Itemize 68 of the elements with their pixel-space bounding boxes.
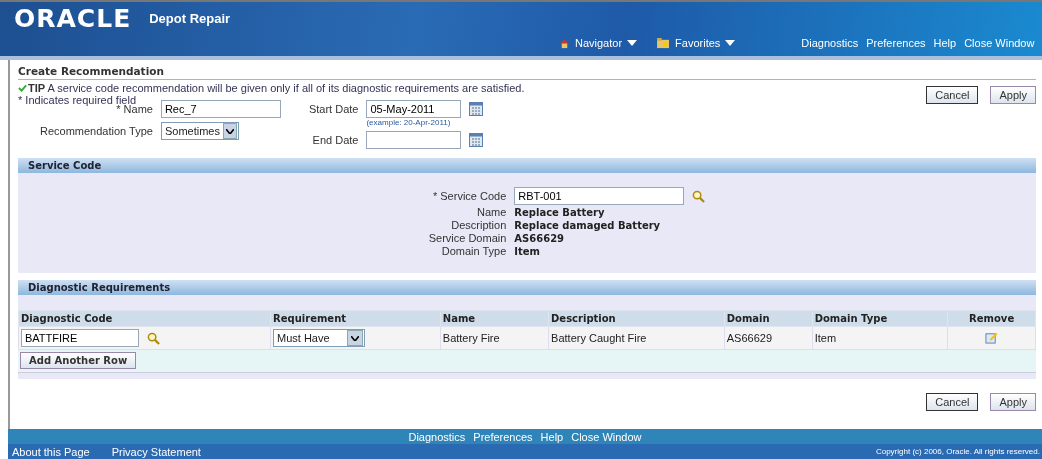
oracle-logo: ORACLE [14, 3, 132, 33]
field-value: Replace damaged Battery [514, 219, 662, 231]
check-icon [18, 84, 27, 92]
caret-icon [627, 40, 638, 46]
edit-icon[interactable] [985, 330, 999, 344]
table-cell: Battery Caught Fire [548, 326, 725, 350]
folder-icon [657, 37, 671, 49]
column-header: Remove [947, 310, 1036, 327]
field-label: * Service Code [431, 190, 507, 202]
field-label: Start Date [308, 103, 359, 115]
column-header: Domain Type [812, 310, 948, 327]
search-icon[interactable] [147, 331, 160, 345]
header-link[interactable]: Help [933, 37, 957, 49]
cancel-button[interactable]: Cancel [926, 393, 979, 411]
privacy-link[interactable]: Privacy Statement [111, 445, 201, 458]
header-link[interactable]: Preferences [866, 37, 926, 49]
column-header: Name [440, 310, 549, 327]
copyright-text: Copyright (c) 2006, Oracle. All rights reserved. [875, 447, 1041, 456]
tip-text: TIP A service code recommendation will be given only if all of its diagnostic requirements are satisfied. [28, 82, 525, 94]
search-icon[interactable] [692, 189, 706, 203]
column-header: Requirement [270, 310, 441, 327]
field-label: Domain Type [440, 245, 507, 257]
caret-icon [225, 128, 234, 134]
section-header: Diagnostic Requirements [18, 280, 1036, 295]
caret-icon [351, 335, 360, 341]
calendar-icon[interactable] [469, 133, 484, 147]
apply-button[interactable]: Apply [990, 393, 1036, 411]
column-header: Domain [724, 310, 813, 327]
required-note: * Indicates required field [18, 94, 136, 106]
footer-link[interactable]: Close Window [571, 430, 642, 443]
table-cell: Battery Fire [440, 326, 549, 350]
diagnostic-code-field[interactable]: BATTFIRE [21, 329, 139, 347]
table-cell: Item [812, 326, 948, 350]
field-label: End Date [311, 134, 359, 146]
header-link[interactable]: Close Window [964, 37, 1035, 49]
recommendation-type-dropdown[interactable]: Sometimes [160, 122, 239, 140]
calendar-icon[interactable] [469, 102, 484, 116]
name-field[interactable]: Rec_7 [160, 100, 281, 118]
column-header: Description [548, 310, 725, 327]
field-label: Recommendation Type [40, 125, 153, 137]
field-label: Name [475, 206, 507, 218]
end-date-field[interactable] [366, 131, 462, 149]
column-header: Diagnostic Code [18, 310, 271, 327]
menu[interactable]: Navigator [559, 37, 638, 49]
footer-link[interactable]: Diagnostics [408, 430, 466, 443]
field-label: Service Domain [428, 232, 507, 244]
service-code-field[interactable]: RBT-001 [514, 187, 685, 205]
requirement-dropdown[interactable]: Must Have [273, 329, 366, 347]
menu[interactable]: Favorites [657, 37, 736, 49]
footer-link[interactable]: Help [540, 430, 564, 443]
field-label: * Name [115, 103, 153, 115]
caret-icon [725, 40, 736, 46]
app-title: Depot Repair [149, 10, 231, 26]
add-row-button[interactable]: Add Another Row [20, 352, 137, 369]
date-hint: (example: 20-Apr-2011) [366, 118, 452, 129]
start-date-field[interactable]: 05-May-2011 [366, 100, 462, 118]
house-icon [559, 37, 570, 49]
header-link[interactable]: Diagnostics [801, 37, 859, 49]
footer-link[interactable]: Preferences [473, 430, 533, 443]
apply-button[interactable]: Apply [990, 86, 1036, 104]
section-header: Service Code [18, 158, 1036, 173]
field-label: Description [450, 219, 507, 231]
about-link[interactable]: About this Page [12, 445, 90, 458]
page-title: Create Recommendation [18, 65, 1036, 80]
field-value: Replace Battery [514, 206, 606, 218]
field-value: AS66629 [514, 232, 566, 244]
cancel-button[interactable]: Cancel [926, 86, 979, 104]
field-value: Item [514, 245, 541, 257]
